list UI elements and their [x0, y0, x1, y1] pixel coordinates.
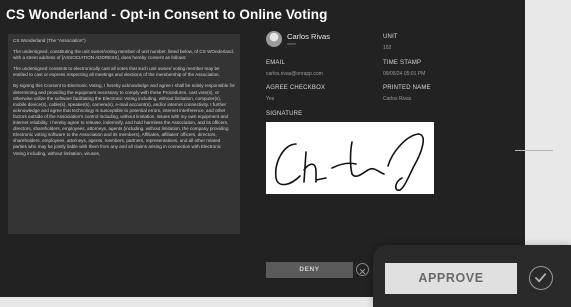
- signature-label: SIGNATURE: [266, 111, 303, 117]
- signature-box: [266, 122, 434, 194]
- avatar-icon: [266, 31, 282, 47]
- close-icon[interactable]: [356, 263, 369, 276]
- approve-button[interactable]: APPROVE: [385, 263, 517, 294]
- printed-name-value: Carlos Rivas: [383, 96, 412, 102]
- email-label: EMAIL: [266, 60, 286, 66]
- timestamp-label: TIME STAMP: [383, 60, 422, 66]
- checkmark-icon[interactable]: [529, 266, 553, 290]
- unit-label: UNIT: [383, 34, 398, 40]
- printed-name-label: PRINTED NAME: [383, 85, 431, 91]
- connector-line: [515, 150, 553, 151]
- agreement-paragraph: CS Wonderland (The "Association"): [13, 38, 86, 43]
- signature-drawing: [274, 133, 425, 192]
- deny-button[interactable]: DENY: [266, 262, 353, 278]
- unit-value: 102: [383, 45, 392, 51]
- agreement-paragraph: The undersigned consents to electronical…: [13, 66, 220, 78]
- agreement-text-box[interactable]: CS Wonderland (The "Association") The un…: [8, 34, 240, 234]
- agree-checkbox-label: AGREE CHECKBOX: [266, 85, 326, 91]
- agreement-paragraph: The undersigned, constituting the unit o…: [13, 49, 235, 61]
- user-name: Carlos Rivas: [287, 32, 331, 41]
- page-title: CS Wonderland - Opt-in Consent to Online…: [6, 7, 328, 22]
- agreement-paragraph: By signing this Consent to Electronic Vo…: [13, 83, 235, 156]
- user-role: owner: [287, 42, 297, 46]
- agree-checkbox-value: Yes: [266, 96, 275, 102]
- timestamp-value: 09/05/24 05:01 PM: [383, 71, 426, 77]
- email-value: carlos.rivas@onrapp.com: [266, 71, 323, 77]
